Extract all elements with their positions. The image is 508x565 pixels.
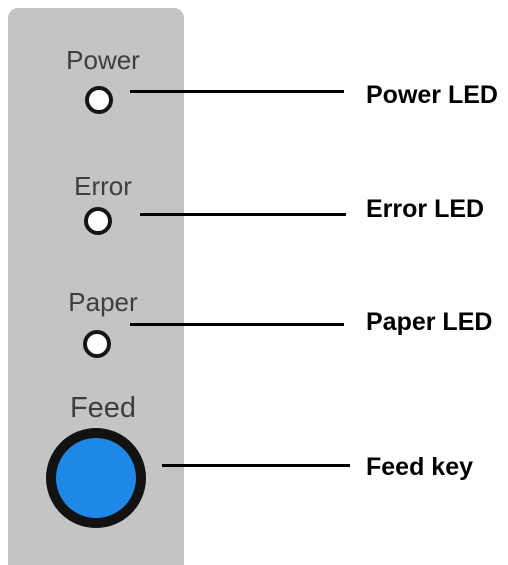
error-led-callout: Error LED — [366, 195, 485, 223]
power-led-leader-line — [130, 90, 344, 93]
feed-key-cap[interactable] — [56, 438, 136, 518]
paper-led-leader-line — [130, 323, 344, 326]
error-led — [84, 207, 112, 235]
error-label: Error — [74, 171, 132, 201]
feed-key-callout: Feed key — [366, 453, 474, 481]
feed-label: Feed — [69, 392, 137, 424]
power-led-callout: Power LED — [366, 81, 498, 109]
feed-key-button[interactable] — [46, 428, 146, 528]
paper-label: Paper — [68, 287, 138, 317]
power-label: Power — [66, 45, 140, 75]
power-led — [85, 86, 113, 114]
paper-led-callout: Paper LED — [366, 308, 493, 336]
paper-led — [83, 330, 111, 358]
error-led-leader-line — [140, 213, 346, 216]
feed-key-leader-line — [162, 464, 350, 467]
